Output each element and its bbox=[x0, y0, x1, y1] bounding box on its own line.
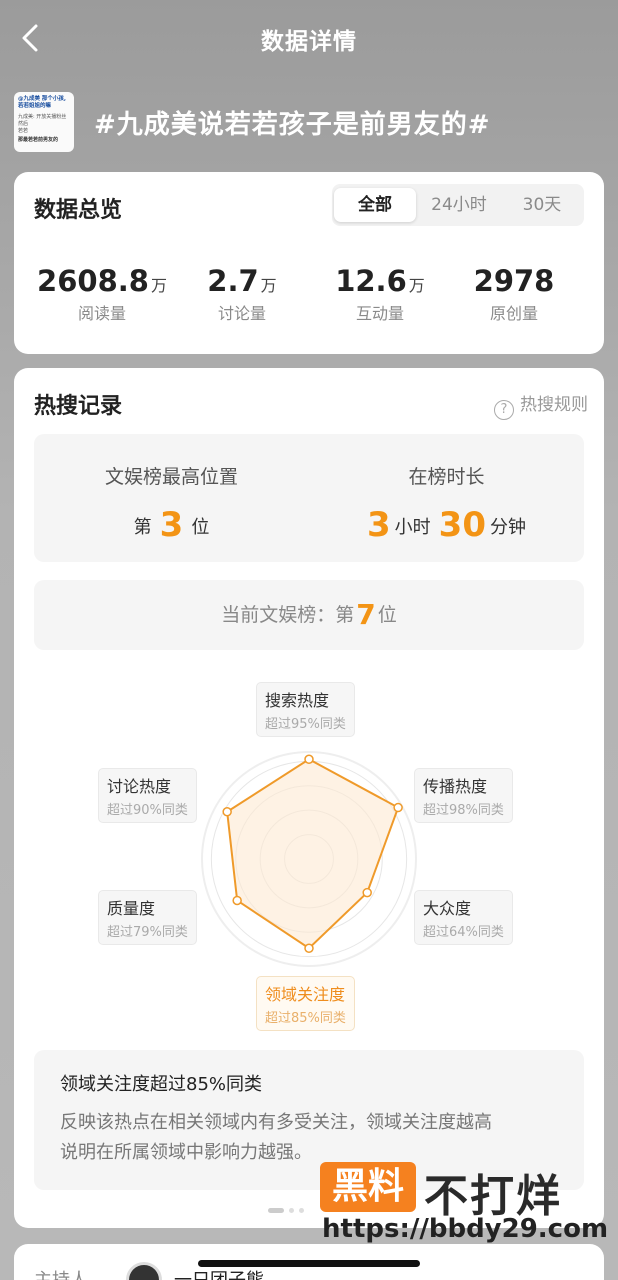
thumb-line: 若若姐姐的嘛 bbox=[18, 103, 52, 109]
peak-suffix: 位 bbox=[191, 517, 210, 538]
stat-value: 12.6 万 bbox=[310, 264, 450, 298]
radar-vertex-dot bbox=[222, 807, 232, 817]
peak-prefix: 第 bbox=[133, 517, 152, 538]
stat-unit: 万 bbox=[260, 276, 277, 295]
current-rank-box: 当前文娱榜：第7 位 bbox=[34, 580, 584, 650]
stat-number: 2608.8 bbox=[37, 264, 149, 298]
rank-summary-box: 文娱榜最高位置 第3位 在榜时长 3 小时 30 分钟 bbox=[34, 434, 584, 562]
stat-value: 2978 bbox=[444, 264, 584, 298]
radar-label-sub: 超过95%同类 bbox=[265, 717, 346, 732]
radar-vertex-dot bbox=[393, 802, 403, 813]
peak-rank: 3 bbox=[159, 505, 184, 545]
peak-position: 文娱榜最高位置 第3位 bbox=[34, 462, 309, 545]
radar-label-sub: 超过64%同类 bbox=[423, 925, 504, 940]
page-dot-active bbox=[268, 1208, 284, 1213]
thumb-line: 若若 bbox=[18, 128, 29, 134]
radar-vertex-dot bbox=[362, 887, 372, 898]
top-bar: 数据详情 bbox=[0, 0, 618, 80]
question-circle-icon: ? bbox=[494, 400, 514, 420]
stat-unit: 万 bbox=[150, 276, 167, 295]
tab-24h[interactable]: 24小时 bbox=[418, 188, 500, 222]
stat-label: 讨论量 bbox=[217, 304, 266, 323]
description-line: 反映该热点在相关领域内有多受关注，领域关注度越高 bbox=[60, 1112, 492, 1133]
duration-minutes: 30 bbox=[438, 505, 486, 545]
radar-label-name: 讨论热度 bbox=[107, 777, 172, 796]
current-prefix: 当前文娱榜：第 bbox=[221, 604, 355, 626]
avatar[interactable] bbox=[126, 1262, 162, 1280]
stat-number: 2978 bbox=[473, 264, 555, 298]
radar-label-discussion-heat[interactable]: 讨论热度 超过90%同类 bbox=[98, 768, 197, 823]
stat-label: 原创量 bbox=[489, 304, 538, 323]
radar-label-quality[interactable]: 质量度 超过79%同类 bbox=[98, 890, 197, 945]
page-dot bbox=[299, 1208, 304, 1213]
thumb-line: @九成美 那个小孩, bbox=[18, 96, 67, 102]
on-list-duration: 在榜时长 3 小时 30 分钟 bbox=[309, 462, 584, 545]
topic-row: @九成美 那个小孩, 若若姐姐的嘛 九成美: 开放关播粉丝 然后 若若 那最若若… bbox=[14, 92, 604, 152]
tab-all[interactable]: 全部 bbox=[334, 188, 416, 222]
stat-interactions: 12.6 万 互动量 bbox=[310, 264, 450, 324]
radar-label-popularity[interactable]: 大众度 超过64%同类 bbox=[414, 890, 513, 945]
watermark: 黑料 不打烊 https://bbdy29.com bbox=[320, 1160, 610, 1270]
description-title: 领域关注度超过85%同类 bbox=[60, 1074, 263, 1095]
radar-label-sub: 超过85%同类 bbox=[265, 1011, 346, 1026]
overview-title: 数据总览 bbox=[34, 198, 123, 223]
radar-vertex-dot bbox=[232, 895, 242, 906]
radar-label-sub: 超过90%同类 bbox=[107, 803, 188, 818]
radar-chart: 搜索热度 超过95%同类 传播热度 超过98%同类 大众度 超过64%同类 领域… bbox=[14, 668, 604, 1038]
watermark-url: https://bbdy29.com bbox=[322, 1214, 609, 1244]
radar-label-sub: 超过98%同类 bbox=[423, 803, 504, 818]
hours-unit: 小时 bbox=[394, 517, 431, 538]
pagination-dots bbox=[268, 1200, 309, 1219]
peak-value-row: 第3位 bbox=[34, 505, 309, 545]
stat-label: 互动量 bbox=[355, 304, 404, 323]
thumb-line: 那最若若前男友的 bbox=[18, 137, 59, 143]
host-label: 主持人 bbox=[34, 1266, 88, 1280]
page-dot bbox=[289, 1208, 294, 1213]
minutes-unit: 分钟 bbox=[490, 517, 526, 538]
thumb-line: 九成美: 开放关播粉丝 然后 bbox=[18, 114, 67, 127]
page-title: 数据详情 bbox=[261, 29, 357, 55]
stat-label: 阅读量 bbox=[77, 304, 126, 323]
description-body: 反映该热点在相关领域内有多受关注，领域关注度越高 说明在所属领域中影响力越强。 bbox=[60, 1108, 558, 1168]
rules-label: 热搜规则 bbox=[520, 395, 588, 415]
tab-30d[interactable]: 30天 bbox=[502, 188, 582, 222]
duration-value-row: 3 小时 30 分钟 bbox=[309, 505, 584, 545]
radar-label-domain-attention[interactable]: 领域关注度 超过85%同类 bbox=[256, 976, 355, 1031]
home-indicator bbox=[198, 1260, 420, 1267]
stat-originals: 2978 原创量 bbox=[444, 264, 584, 324]
radar-label-name: 领域关注度 bbox=[265, 985, 346, 1004]
current-suffix: 位 bbox=[377, 604, 397, 626]
radar-label-spread-heat[interactable]: 传播热度 超过98%同类 bbox=[414, 768, 513, 823]
radar-vertex-dot bbox=[304, 943, 314, 953]
stat-discussions: 2.7 万 讨论量 bbox=[172, 264, 312, 324]
hotsearch-title: 热搜记录 bbox=[34, 394, 123, 419]
time-range-tabs: 全部 24小时 30天 bbox=[332, 184, 584, 226]
stat-reads: 2608.8 万 阅读量 bbox=[32, 264, 172, 324]
peak-title: 文娱榜最高位置 bbox=[104, 466, 238, 488]
topic-title: #九成美说若若孩子是前男友的# bbox=[94, 110, 491, 140]
stat-number: 2.7 bbox=[207, 264, 259, 298]
radar-label-name: 质量度 bbox=[107, 899, 156, 918]
current-rank: 7 bbox=[356, 598, 376, 631]
stat-unit: 万 bbox=[408, 276, 425, 295]
host-name[interactable]: 一只团子熊 bbox=[174, 1266, 264, 1280]
duration-title: 在榜时长 bbox=[408, 466, 485, 488]
stat-value: 2608.8 万 bbox=[32, 264, 172, 298]
radar-vertex-dot bbox=[304, 754, 314, 764]
topic-thumbnail[interactable]: @九成美 那个小孩, 若若姐姐的嘛 九成美: 开放关播粉丝 然后 若若 那最若若… bbox=[14, 92, 74, 152]
radar-value-polygon bbox=[226, 758, 400, 950]
radar-label-search-heat[interactable]: 搜索热度 超过95%同类 bbox=[256, 682, 355, 737]
radar-label-name: 大众度 bbox=[423, 899, 472, 918]
hotsearch-rules-link[interactable]: ? 热搜规则 bbox=[494, 390, 588, 420]
radar-label-name: 搜索热度 bbox=[265, 691, 330, 710]
watermark-badge: 黑料 bbox=[320, 1162, 416, 1212]
stat-value: 2.7 万 bbox=[172, 264, 312, 298]
radar-label-sub: 超过79%同类 bbox=[107, 925, 188, 940]
radar-label-name: 传播热度 bbox=[423, 777, 488, 796]
stat-number: 12.6 bbox=[335, 264, 407, 298]
overview-card: 数据总览 全部 24小时 30天 2608.8 万 阅读量 2.7 万 讨论量 12… bbox=[14, 172, 604, 354]
duration-hours: 3 bbox=[367, 505, 391, 545]
hotsearch-card: 热搜记录 ? 热搜规则 文娱榜最高位置 第3位 在榜时长 3 小时 30 分钟 当前文娱… bbox=[14, 368, 604, 1228]
